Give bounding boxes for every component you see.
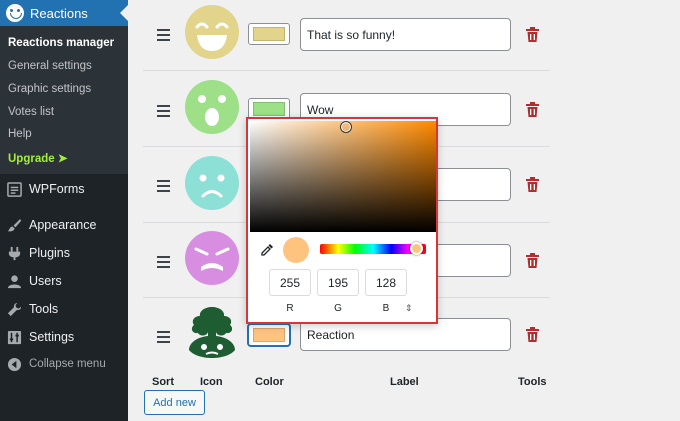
menu-item-appearance[interactable]: Appearance: [0, 213, 128, 237]
color-swatch: [253, 27, 285, 41]
blue-label: B: [382, 303, 390, 314]
sort-handle-icon[interactable]: [157, 256, 170, 271]
menu-label: Appearance: [29, 218, 97, 232]
menu-label: Reactions: [30, 5, 88, 21]
menu-label: WPForms: [29, 182, 85, 196]
saturation-handle[interactable]: [340, 121, 352, 133]
column-header-sort: Sort: [152, 376, 174, 388]
sort-handle-icon[interactable]: [157, 180, 170, 195]
color-preview: [283, 237, 309, 263]
wpforms-icon: [6, 181, 22, 197]
add-new-button[interactable]: Add new: [144, 390, 205, 415]
active-arrow: [120, 5, 128, 21]
trash-icon[interactable]: [526, 253, 539, 268]
eyedropper-icon[interactable]: [260, 243, 274, 257]
collapse-menu-button[interactable]: Collapse menu: [0, 352, 128, 376]
wrench-icon: [6, 301, 22, 317]
submenu-help[interactable]: Help: [8, 128, 32, 140]
color-swatch: [253, 102, 285, 116]
hue-slider-handle[interactable]: [410, 242, 423, 255]
menu-label: Users: [29, 274, 62, 288]
color-swatch-button[interactable]: [248, 324, 290, 346]
color-swatch-button[interactable]: [248, 23, 290, 45]
color-picker-popup: 255 195 128 R G B ⇕: [246, 117, 438, 324]
color-mode-toggle[interactable]: ⇕: [405, 303, 413, 314]
menu-item-settings[interactable]: Settings: [0, 325, 128, 349]
laughing-face-icon: [185, 5, 239, 59]
trash-icon[interactable]: [526, 102, 539, 117]
tree-face-icon: [189, 307, 235, 358]
menu-item-tools[interactable]: Tools: [0, 297, 128, 321]
angry-face-icon: [185, 231, 239, 285]
submenu-votes-list[interactable]: Votes list: [8, 106, 54, 118]
trash-icon[interactable]: [526, 327, 539, 342]
saturation-area[interactable]: [250, 121, 436, 232]
menu-label: Settings: [29, 330, 75, 344]
row-divider: [143, 70, 550, 71]
trash-icon[interactable]: [526, 27, 539, 42]
wow-face-icon: [185, 80, 239, 134]
submenu-reactions-manager[interactable]: Reactions manager: [8, 37, 114, 49]
users-icon: [6, 273, 22, 289]
paintbrush-icon: [6, 217, 22, 233]
color-swatch: [253, 328, 285, 342]
smiley-icon: [6, 4, 24, 22]
column-header-tools: Tools: [518, 376, 547, 388]
green-label: G: [334, 303, 342, 314]
plugin-icon: [6, 245, 22, 261]
column-header-color: Color: [255, 376, 284, 388]
column-header-label: Label: [390, 376, 419, 388]
menu-label: Collapse menu: [29, 358, 106, 370]
reactions-submenu: Reactions manager General settings Graph…: [0, 26, 128, 174]
submenu-general-settings[interactable]: General settings: [8, 60, 92, 72]
collapse-icon: [6, 356, 22, 372]
menu-item-wpforms[interactable]: WPForms: [0, 177, 128, 201]
menu-item-users[interactable]: Users: [0, 269, 128, 293]
trash-icon[interactable]: [526, 177, 539, 192]
red-value-input[interactable]: 255: [269, 269, 311, 296]
sort-handle-icon[interactable]: [157, 29, 170, 44]
menu-item-plugins[interactable]: Plugins: [0, 241, 128, 265]
red-label: R: [286, 303, 294, 314]
sort-handle-icon[interactable]: [157, 331, 170, 346]
submenu-graphic-settings[interactable]: Graphic settings: [8, 83, 91, 95]
menu-label: Tools: [29, 302, 59, 316]
sort-handle-icon[interactable]: [157, 105, 170, 120]
submenu-upgrade[interactable]: Upgrade ➤: [8, 151, 67, 165]
sad-face-icon: [185, 156, 239, 210]
settings-icon: [6, 329, 22, 345]
reaction-label-input[interactable]: That is so funny!: [300, 18, 511, 51]
menu-item-reactions[interactable]: Reactions: [0, 0, 128, 26]
blue-value-input[interactable]: 128: [365, 269, 407, 296]
green-value-input[interactable]: 195: [317, 269, 359, 296]
column-header-icon: Icon: [200, 376, 223, 388]
admin-sidebar: Reactions Reactions manager General sett…: [0, 0, 128, 421]
menu-label: Plugins: [29, 246, 70, 260]
